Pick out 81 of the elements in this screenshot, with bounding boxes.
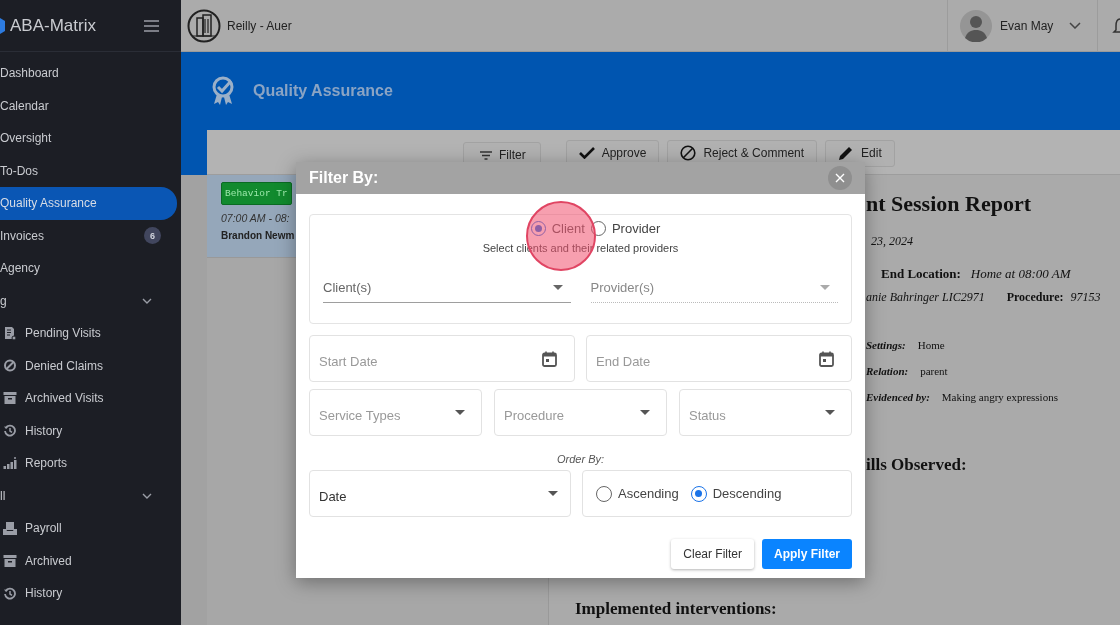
caret-icon bbox=[640, 410, 650, 415]
caret-icon bbox=[825, 410, 835, 415]
badge-check-icon bbox=[210, 75, 236, 107]
order-by-label: Order By: bbox=[555, 453, 606, 465]
apply-button[interactable]: Apply Filter bbox=[762, 539, 852, 569]
radio-button[interactable]: Descending bbox=[690, 485, 782, 502]
detail-label: Settings: bbox=[866, 339, 906, 351]
caret-icon bbox=[820, 285, 830, 290]
calendar-icon[interactable] bbox=[819, 350, 834, 367]
detail-label: Relation: bbox=[866, 365, 909, 377]
nav-item[interactable]: Archived Visits bbox=[25, 391, 104, 406]
avatar-icon[interactable] bbox=[960, 9, 992, 42]
visit-time: 07:00 AM - 08: bbox=[221, 212, 291, 224]
caret-icon bbox=[455, 410, 465, 415]
nav-item[interactable]: Reports bbox=[25, 456, 68, 471]
section-header[interactable]: ll bbox=[0, 488, 6, 503]
filter-icon bbox=[480, 150, 492, 160]
nav-item[interactable]: Invoices 6 bbox=[0, 219, 177, 252]
caret-icon bbox=[552, 285, 563, 290]
nav-item[interactable]: Oversight bbox=[0, 122, 177, 155]
nav-item[interactable]: Agency bbox=[0, 252, 177, 285]
logo-icon bbox=[0, 17, 5, 34]
archive-box-icon bbox=[3, 392, 17, 405]
caret-icon bbox=[548, 491, 558, 496]
history-icon bbox=[3, 586, 17, 600]
detail-label: Evidenced by: bbox=[866, 391, 930, 403]
service-tag: Behavior Tr bbox=[221, 182, 292, 205]
client-name: Brandon Newm bbox=[221, 230, 296, 241]
field-label: End Location: bbox=[881, 266, 961, 282]
nav-item[interactable]: Pending Visits bbox=[25, 326, 101, 341]
user-name[interactable]: Evan May bbox=[1000, 18, 1054, 33]
field-value: Home at 08:00 AM bbox=[970, 266, 1071, 282]
brand-name: ABA-Matrix bbox=[10, 15, 97, 36]
chevron-icon[interactable] bbox=[1069, 22, 1082, 29]
field-value: 97153 bbox=[1070, 290, 1101, 305]
nav-item[interactable]: Calendar bbox=[0, 89, 177, 122]
menu-icon[interactable] bbox=[144, 19, 159, 32]
clear-button[interactable]: Clear Filter bbox=[671, 539, 754, 569]
nav-item[interactable]: History bbox=[25, 586, 63, 601]
nav-item[interactable]: Quality Assurance bbox=[0, 187, 177, 220]
detail-value: parent bbox=[920, 365, 948, 377]
nav-item[interactable]: Dashboard bbox=[0, 57, 177, 90]
history-icon bbox=[3, 424, 17, 438]
close-icon bbox=[835, 173, 845, 183]
organization-name: Reilly - Auer bbox=[227, 18, 292, 33]
dialog-title: Filter By: bbox=[309, 169, 379, 187]
section-header[interactable]: g bbox=[0, 293, 7, 308]
detail-value: Making angry expressions bbox=[941, 391, 1058, 403]
select-field[interactable]: Client(s) bbox=[323, 273, 571, 303]
money-tray-icon bbox=[3, 521, 17, 535]
bell-icon[interactable] bbox=[1112, 16, 1120, 35]
building-logo-icon bbox=[187, 8, 221, 43]
nav-item[interactable]: To-Dos bbox=[0, 154, 177, 187]
ban-icon bbox=[3, 359, 17, 373]
edit-button[interactable]: Edit bbox=[825, 139, 895, 167]
chevron-icon[interactable] bbox=[142, 297, 152, 304]
check-icon bbox=[578, 147, 595, 159]
radio-button[interactable]: Provider bbox=[590, 221, 661, 236]
field-label: Procedure: bbox=[1006, 290, 1064, 305]
detail-value: Home bbox=[917, 339, 945, 351]
page-title: Quality Assurance bbox=[253, 82, 393, 100]
radio-button[interactable]: Ascending bbox=[596, 485, 679, 502]
report-date: 23, 2024 bbox=[871, 234, 914, 249]
archive-box-icon bbox=[3, 554, 17, 567]
nav-item[interactable]: Denied Claims bbox=[25, 358, 104, 373]
hint-text: Select clients and their related providers bbox=[482, 242, 679, 254]
chevron-icon[interactable] bbox=[142, 492, 152, 499]
section-heading: ills Observed: bbox=[866, 455, 968, 475]
document-icon bbox=[3, 326, 17, 341]
section-heading: Implemented interventions: bbox=[575, 599, 777, 619]
nav-item[interactable]: Payroll bbox=[25, 521, 62, 536]
nav-item[interactable]: History bbox=[25, 423, 63, 438]
count-badge: 6 bbox=[144, 227, 161, 245]
nav-item[interactable]: Archived bbox=[25, 553, 72, 568]
ban-icon bbox=[680, 145, 697, 161]
calendar-icon[interactable] bbox=[542, 350, 557, 367]
close-button[interactable] bbox=[828, 166, 852, 190]
provider-name: anie Bahringer LIC2971 bbox=[866, 290, 985, 305]
report-title: nt Session Report bbox=[866, 191, 1032, 217]
bar-chart-icon bbox=[3, 457, 17, 470]
order-select[interactable]: Date bbox=[309, 470, 571, 517]
